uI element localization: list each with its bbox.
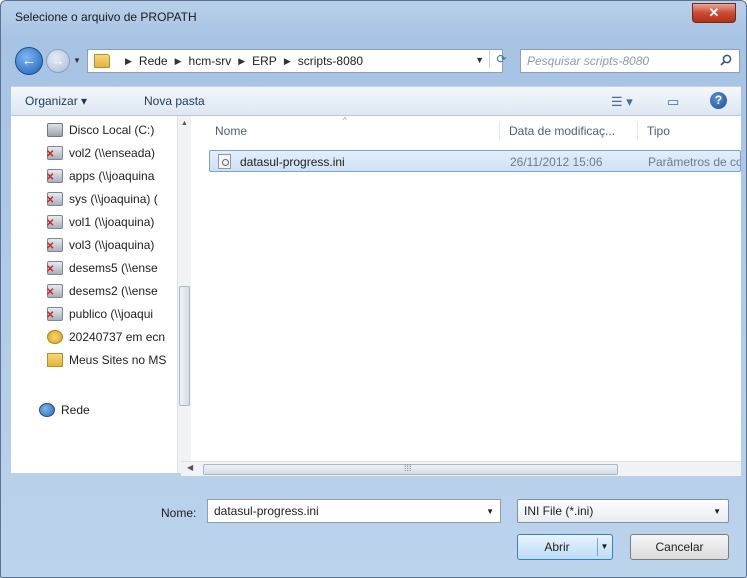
network-drive-disconnected-icon [47,192,63,206]
new-folder-button[interactable]: Nova pasta [144,94,205,108]
file-list: ^ Nome Data de modificaç... Tipo datasul… [191,116,741,461]
file-modified: 26/11/2012 15:06 [510,155,603,169]
horizontal-scrollbar[interactable]: ◀ ⁞⁞⁞ [181,461,741,476]
drive-icon [47,123,63,137]
open-options-dropdown-icon[interactable]: ▼ [597,538,611,556]
folder-icon [47,353,63,367]
open-button[interactable]: Abrir ▼ [517,534,613,560]
filename-label: Nome: [161,506,197,520]
chevron-right-icon[interactable]: ▶ [175,56,182,67]
grip-icon: ⁞⁞⁞ [404,463,412,473]
sidebar-item-label: Meus Sites no MS [69,353,167,367]
sidebar-item-label: vol3 (\\joaquina) [69,238,155,252]
file-type: Parâmetros de co [648,155,740,169]
forward-button[interactable]: → [46,49,70,73]
sidebar-item-network[interactable]: Rede [39,400,167,420]
sidebar-item-meus-sites[interactable]: Meus Sites no MS [47,350,175,370]
sidebar-item-vol1[interactable]: vol1 (\\joaquina) [47,212,175,232]
search-placeholder: Pesquisar scripts-8080 [527,54,650,68]
sidebar-item-vol3[interactable]: vol3 (\\joaquina) [47,235,175,255]
file-name: datasul-progress.ini [240,155,345,169]
refresh-button[interactable]: ⟳ [489,50,513,68]
scroll-thumb[interactable]: ⁞⁞⁞ [203,463,618,475]
view-options-icon[interactable]: ☰ ▾ [611,94,633,110]
dialog-footer: Nome: datasul-progress.ini ▼ INI File (*… [11,477,741,573]
sidebar-item-vol2[interactable]: vol2 (\\enseada) [47,143,175,163]
column-header-type[interactable]: Tipo [647,124,670,138]
folder-icon [94,54,110,68]
sidebar-item-20240737[interactable]: 20240737 em ecn [47,327,175,347]
search-input[interactable]: Pesquisar scripts-8080 [520,49,740,73]
sidebar-item-publico[interactable]: publico (\\joaqui [47,304,175,324]
recent-locations-dropdown-icon[interactable]: ▼ [73,56,81,65]
chevron-down-icon[interactable]: ▼ [486,507,494,516]
address-history-dropdown-icon[interactable]: ▼ [475,55,484,65]
breadcrumb-item-erp[interactable]: ERP [252,54,277,68]
network-drive-disconnected-icon [47,169,63,183]
breadcrumb: ▶ Rede ▶ hcm-srv ▶ ERP ▶ scripts-8080 [118,54,363,68]
settings-file-icon [218,154,231,169]
breadcrumb-item-rede[interactable]: Rede [139,54,168,68]
network-drive-disconnected-icon [47,146,63,160]
sidebar-item-apps[interactable]: apps (\\joaquina [47,166,175,186]
scroll-left-icon[interactable]: ◀ [187,463,193,472]
chevron-down-icon[interactable]: ▼ [713,507,721,516]
column-divider[interactable] [637,122,638,140]
scroll-thumb[interactable] [179,286,190,406]
sidebar-item-label: vol2 (\\enseada) [69,146,156,160]
sidebar-item-local-disk[interactable]: Disco Local (C:) [47,120,175,140]
sidebar-item-label: Rede [61,403,90,417]
cloud-drive-icon [47,330,63,344]
sidebar-item-label: apps (\\joaquina [69,169,155,183]
sort-indicator-icon: ^ [343,116,347,125]
network-drive-disconnected-icon [47,284,63,298]
sidebar-item-label: publico (\\joaqui [69,307,154,321]
dialog-title: Selecione o arquivo de PROPATH [15,10,197,24]
chevron-right-icon[interactable]: ▶ [238,56,245,67]
sidebar-item-label: desems5 (\\ense [69,261,158,275]
network-drive-disconnected-icon [47,238,63,252]
address-bar[interactable]: ▶ Rede ▶ hcm-srv ▶ ERP ▶ scripts-8080 ▼ [87,49,503,73]
chevron-right-icon[interactable]: ▶ [284,56,291,67]
network-drive-disconnected-icon [47,307,63,321]
file-type-filter-select[interactable]: INI File (*.ini) ▼ [517,499,729,523]
sidebar-item-label: sys (\\joaquina) ( [69,192,158,206]
close-button[interactable]: ✕ [692,3,736,23]
column-header-name[interactable]: Nome [215,124,247,138]
sidebar-item-label: desems2 (\\ense [69,284,158,298]
chevron-right-icon[interactable]: ▶ [125,56,132,67]
sidebar-item-sys[interactable]: sys (\\joaquina) ( [47,189,175,209]
sidebar-item-label: vol1 (\\joaquina) [69,215,155,229]
column-divider[interactable] [499,122,500,140]
cancel-button[interactable]: Cancelar [630,534,729,560]
sidebar-item-label: 20240737 em ecn [69,330,166,344]
organize-button[interactable]: Organizar ▾ [25,94,87,108]
sidebar-item-desems5[interactable]: desems5 (\\ense [47,258,175,278]
filename-field[interactable]: datasul-progress.ini ▼ [207,499,501,523]
sidebar-item-label: Disco Local (C:) [69,123,155,137]
table-row[interactable]: datasul-progress.ini 26/11/2012 15:06 Pa… [209,150,741,172]
breadcrumb-item-hcm-srv[interactable]: hcm-srv [189,54,232,68]
network-drive-disconnected-icon [47,215,63,229]
filter-value: INI File (*.ini) [524,504,594,518]
vertical-scrollbar[interactable]: ▲ [177,116,191,473]
back-button[interactable]: ← [15,47,43,75]
navigation-pane: Disco Local (C:) vol2 (\\enseada) apps (… [11,116,191,473]
help-icon[interactable]: ? [710,92,727,109]
network-drive-disconnected-icon [47,261,63,275]
sidebar-item-desems2[interactable]: desems2 (\\ense [47,281,175,301]
file-open-dialog: Selecione o arquivo de PROPATH ✕ ← → ▼ ▶… [0,0,747,578]
filename-value: datasul-progress.ini [214,504,319,518]
breadcrumb-item-scripts-8080[interactable]: scripts-8080 [298,54,363,68]
title-bar: Selecione o arquivo de PROPATH ✕ [1,1,746,33]
search-icon[interactable] [720,54,732,66]
network-icon [39,403,55,417]
column-header-modified[interactable]: Data de modificaç... [509,124,615,138]
open-button-label: Abrir [544,540,570,554]
scroll-up-icon[interactable]: ▲ [181,120,188,127]
preview-pane-icon[interactable]: ▭ [667,94,679,110]
command-toolbar: Organizar ▾ Nova pasta ☰ ▾ ▭ ? [11,86,741,116]
navigation-bar: ← → ▼ ▶ Rede ▶ hcm-srv ▶ ERP ▶ scripts-8… [11,45,741,77]
